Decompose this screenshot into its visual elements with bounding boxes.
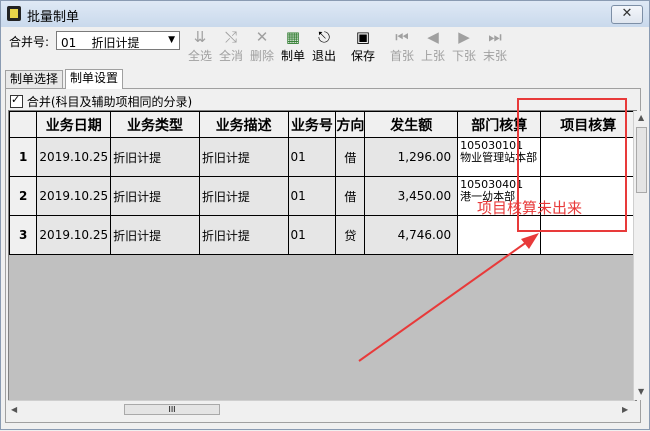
date-cell[interactable]: 2019.10.25 — [36, 137, 112, 177]
amount-cell[interactable]: 4,746.00 — [364, 215, 459, 255]
settings-panel: 合并(科目及辅助项相同的分录) 业务日期 业务类型 业务描述 业务号 方向 — [5, 88, 649, 423]
vertical-scroll-thumb[interactable] — [636, 127, 647, 193]
date-cell[interactable]: 2019.10.25 — [36, 215, 112, 255]
first-record-button[interactable]: ⏮ 首张 — [387, 28, 417, 66]
department-cell[interactable] — [457, 215, 542, 255]
direction-cell[interactable]: 借 — [335, 137, 366, 177]
scroll-up-icon[interactable]: ▲ — [638, 113, 644, 122]
column-header-direction[interactable]: 方向 — [335, 111, 366, 138]
amount-cell[interactable]: 1,296.00 — [364, 137, 459, 177]
window-title: 批量制单 — [27, 10, 80, 25]
type-cell[interactable]: 折旧计提 — [110, 137, 200, 177]
column-header-amount[interactable]: 发生额 — [364, 111, 459, 138]
header-row: 业务日期 业务类型 业务描述 业务号 方向 发生额 部门核算 项目核算 — [9, 111, 636, 138]
next-icon: ▶ — [458, 28, 470, 46]
direction-cell[interactable]: 借 — [335, 176, 366, 216]
delete-icon: ✕ — [255, 28, 269, 46]
type-cell[interactable]: 折旧计提 — [110, 215, 200, 255]
merge-entries-checkbox-row[interactable]: 合并(科目及辅助项相同的分录) — [10, 93, 192, 110]
make-voucher-button[interactable]: ▦ 制单 — [278, 28, 308, 66]
title-bar: 批量制单 ✕ — [1, 1, 649, 27]
column-header-project[interactable]: 项目核算 — [540, 111, 636, 138]
tab-voucher-settings[interactable]: 制单设置 — [65, 69, 124, 89]
prev-record-button[interactable]: ◀ 上张 — [418, 28, 448, 66]
row-number[interactable]: 2 — [9, 176, 38, 216]
business-number-cell[interactable]: 01 — [287, 137, 337, 177]
business-number-cell[interactable]: 01 — [287, 215, 337, 255]
select-all-icon: ⇊ — [193, 28, 207, 46]
app-icon — [7, 6, 21, 21]
save-button[interactable]: ▣ 保存 — [348, 28, 378, 66]
close-button[interactable]: ✕ — [611, 5, 643, 24]
horizontal-scrollbar[interactable]: ◀ III ▶ — [8, 400, 635, 418]
department-name: 物业管理站本部 — [460, 151, 538, 164]
save-icon: ▣ — [355, 28, 371, 46]
project-cell[interactable] — [540, 137, 636, 177]
merge-entries-checkbox[interactable] — [10, 93, 23, 108]
column-header-description[interactable]: 业务描述 — [198, 111, 289, 138]
merge-number-select[interactable]: 01 折旧计提 ▼ — [56, 31, 180, 50]
batch-voucher-window: 批量制单 ✕ 合并号: 01 折旧计提 ▼ ⇊ 全选 ⤭ 全消 ✕ 删除 ▦ 制… — [0, 0, 650, 430]
direction-cell[interactable]: 贷 — [335, 215, 366, 255]
merge-number-value: 01 折旧计提 — [61, 36, 140, 50]
row-number[interactable]: 1 — [9, 137, 38, 177]
deselect-all-button[interactable]: ⤭ 全消 — [216, 28, 246, 66]
scroll-right-icon[interactable]: ▶ — [622, 405, 628, 414]
exit-button[interactable]: ⎋ 退出 — [309, 28, 339, 66]
description-cell[interactable]: 折旧计提 — [198, 137, 289, 177]
last-record-button[interactable]: ⏭ 末张 — [480, 28, 510, 66]
business-number-cell[interactable]: 01 — [287, 176, 337, 216]
make-voucher-icon: ▦ — [285, 28, 301, 46]
prev-icon: ◀ — [427, 28, 439, 46]
toolbar: 合并号: 01 折旧计提 ▼ ⇊ 全选 ⤭ 全消 ✕ 删除 ▦ 制单 ⎋ 退出 … — [1, 27, 649, 69]
scroll-down-icon[interactable]: ▼ — [638, 387, 644, 396]
row-number[interactable]: 3 — [9, 215, 38, 255]
department-cell[interactable]: 105030101 物业管理站本部 — [457, 137, 542, 177]
annotation-text: 项目核算未出来 — [477, 199, 583, 217]
description-cell[interactable]: 折旧计提 — [198, 215, 289, 255]
chevron-down-icon: ▼ — [168, 35, 175, 45]
type-cell[interactable]: 折旧计提 — [110, 176, 200, 216]
table-row[interactable]: 1 2019.10.25 折旧计提 折旧计提 01 借 1,296.00 105… — [9, 137, 636, 177]
voucher-grid: 业务日期 业务类型 业务描述 业务号 方向 发生额 部门核算 项目核算 1 20… — [8, 110, 637, 401]
tab-voucher-selection[interactable]: 制单选择 — [5, 70, 64, 88]
exit-icon: ⎋ — [318, 28, 330, 46]
table-row[interactable]: 3 2019.10.25 折旧计提 折旧计提 01 贷 4,746.00 — [9, 215, 636, 255]
select-all-button[interactable]: ⇊ 全选 — [185, 28, 215, 66]
column-header-type[interactable]: 业务类型 — [110, 111, 200, 138]
amount-cell[interactable]: 3,450.00 — [364, 176, 459, 216]
last-icon: ⏭ — [488, 28, 502, 46]
next-record-button[interactable]: ▶ 下张 — [449, 28, 479, 66]
first-icon: ⏮ — [395, 28, 409, 46]
project-cell[interactable] — [540, 215, 636, 255]
voucher-table: 业务日期 业务类型 业务描述 业务号 方向 发生额 部门核算 项目核算 1 20… — [9, 111, 636, 255]
description-cell[interactable]: 折旧计提 — [198, 176, 289, 216]
column-header-department[interactable]: 部门核算 — [457, 111, 542, 138]
column-header-business-number[interactable]: 业务号 — [287, 111, 337, 138]
column-header-date[interactable]: 业务日期 — [36, 111, 112, 138]
delete-button[interactable]: ✕ 删除 — [247, 28, 277, 66]
deselect-all-icon: ⤭ — [224, 28, 237, 46]
merge-entries-label: 合并(科目及辅助项相同的分录) — [26, 95, 193, 109]
vertical-scrollbar[interactable]: ▲ ▼ — [633, 111, 649, 400]
date-cell[interactable]: 2019.10.25 — [36, 176, 112, 216]
column-header-row-number — [9, 111, 38, 138]
horizontal-scroll-thumb[interactable]: III — [124, 404, 220, 415]
merge-number-label: 合并号: — [9, 35, 50, 49]
scroll-left-icon[interactable]: ◀ — [11, 405, 17, 414]
